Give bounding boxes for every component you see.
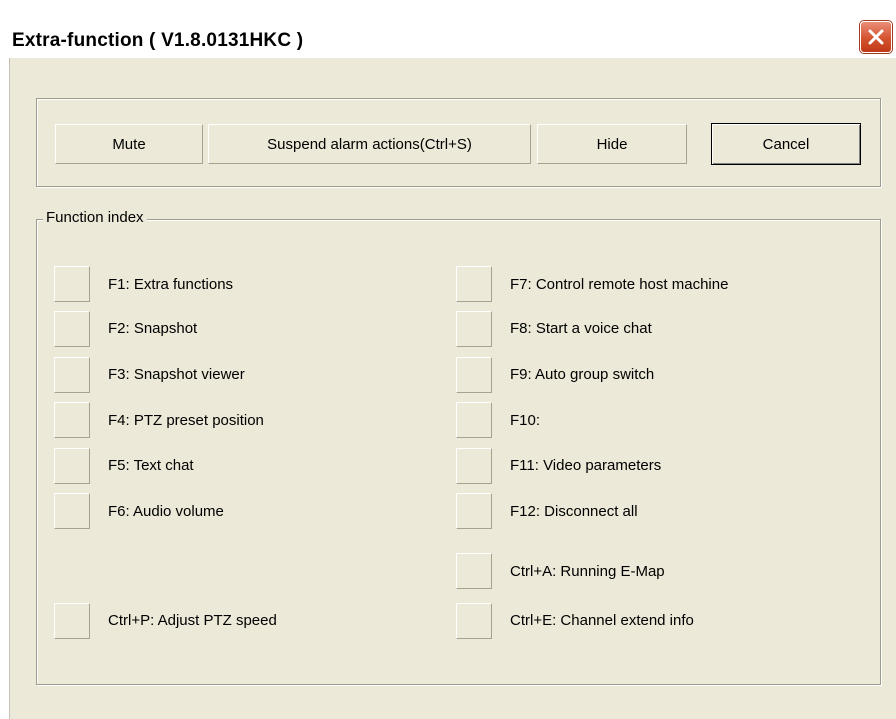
f7-label: F7: Control remote host machine [510,276,729,293]
f1-button[interactable] [54,266,90,302]
window-title: Extra-function ( V1.8.0131HKC ) [12,30,304,51]
suspend-alarm-button[interactable]: Suspend alarm actions(Ctrl+S) [208,124,531,164]
f2-button[interactable] [54,311,90,347]
ctrl-e-button[interactable] [456,603,492,639]
f10-button[interactable] [456,402,492,438]
f3-label: F3: Snapshot viewer [108,366,245,383]
close-icon [866,27,886,47]
f11-button[interactable] [456,448,492,484]
f12-button[interactable] [456,493,492,529]
f5-button[interactable] [54,448,90,484]
title-bar: Extra-function ( V1.8.0131HKC ) [0,0,896,58]
f8-button[interactable] [456,311,492,347]
extra-function-dialog: Extra-function ( V1.8.0131HKC ) Mute Sus… [0,0,896,719]
ctrl-e-label: Ctrl+E: Channel extend info [510,612,694,629]
f1-label: F1: Extra functions [108,276,234,293]
f7-button[interactable] [456,266,492,302]
f10-label: F10: [510,412,541,429]
f6-button[interactable] [54,493,90,529]
f4-button[interactable] [54,402,90,438]
hide-button[interactable]: Hide [537,124,687,164]
ctrl-a-button[interactable] [456,553,492,589]
ctrl-p-label: Ctrl+P: Adjust PTZ speed [108,612,277,629]
f4-label: F4: PTZ preset position [108,412,264,429]
close-button[interactable] [860,21,892,53]
f12-label: F12: Disconnect all [510,503,638,520]
ctrl-p-button[interactable] [54,603,90,639]
function-index-label: Function index [43,209,147,226]
window-left-border [0,58,10,719]
f6-label: F6: Audio volume [108,503,224,520]
f8-label: F8: Start a voice chat [510,320,652,337]
f3-button[interactable] [54,357,90,393]
f2-label: F2: Snapshot [108,320,198,337]
mute-button[interactable]: Mute [55,124,203,164]
f11-label: F11: Video parameters [510,457,662,474]
f9-button[interactable] [456,357,492,393]
ctrl-a-label: Ctrl+A: Running E-Map [510,563,665,580]
cancel-button[interactable]: Cancel [711,123,861,165]
f5-label: F5: Text chat [108,457,194,474]
f9-label: F9: Auto group switch [510,366,655,383]
